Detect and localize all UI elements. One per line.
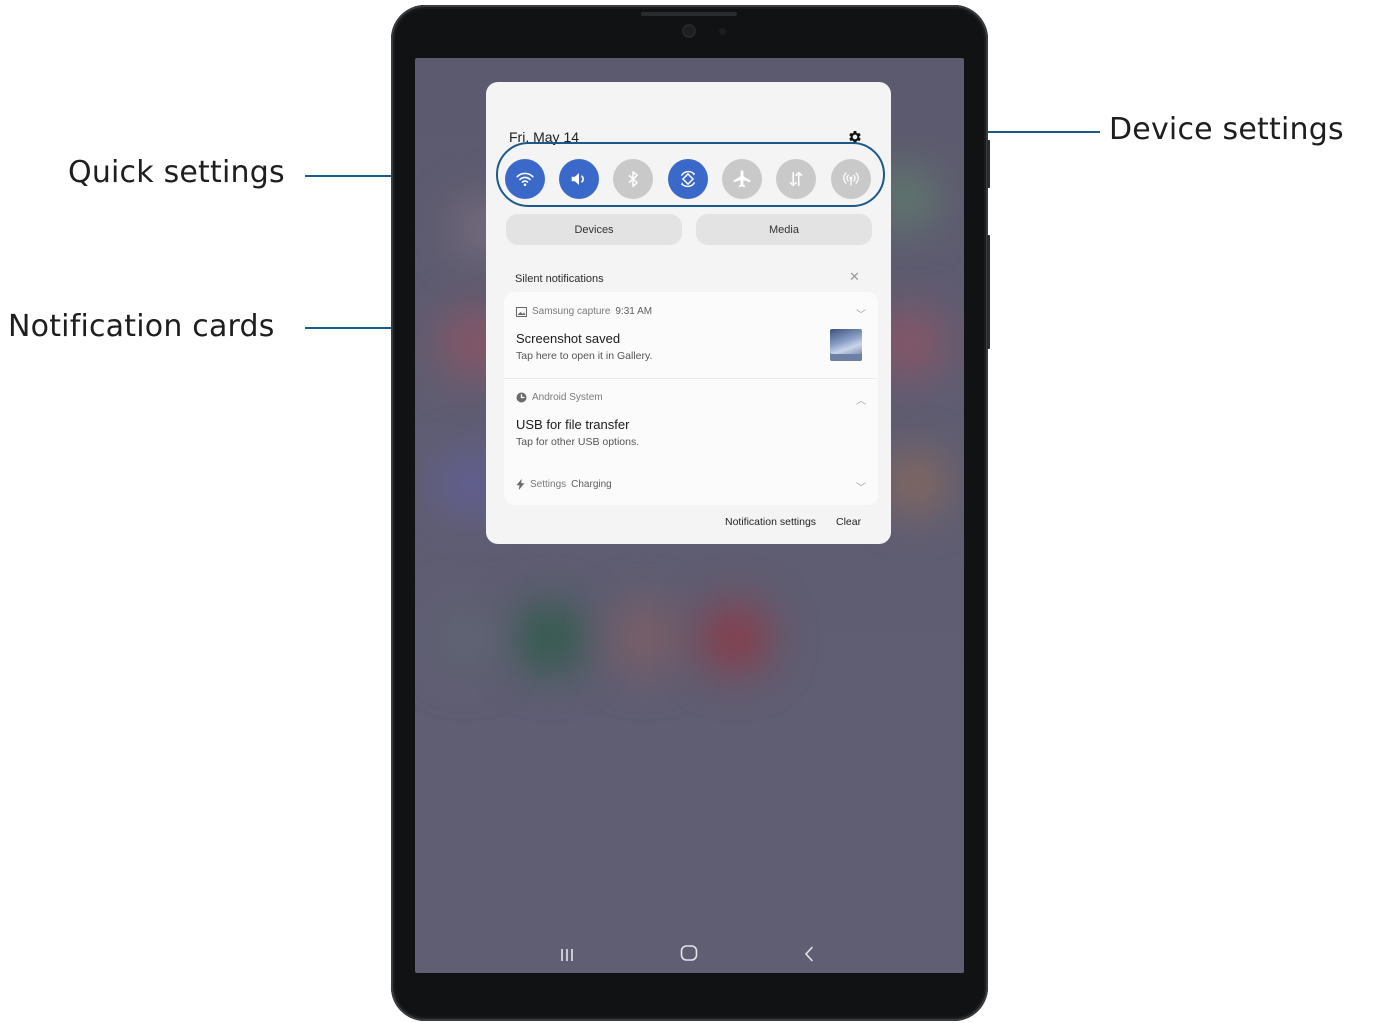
- background-blob: [435, 603, 495, 673]
- notification-title: USB for file transfer: [516, 417, 630, 432]
- background-blob: [700, 603, 770, 673]
- notification-text: Tap for other USB options.: [516, 436, 640, 448]
- notification-app-row: Settings Charging: [516, 479, 612, 490]
- notification-settings-button[interactable]: Notification settings: [725, 516, 816, 528]
- silent-notifications-title: Silent notifications: [515, 273, 604, 285]
- gallery-icon: [516, 306, 527, 317]
- bolt-icon: [516, 479, 525, 490]
- notification-text: Tap here to open it in Gallery.: [516, 350, 653, 362]
- background-blob: [610, 603, 680, 673]
- close-icon[interactable]: ✕: [849, 269, 860, 285]
- notification-card-usb[interactable]: Android System ︿ USB for file transfer T…: [504, 379, 878, 465]
- navigation-bar: [415, 934, 964, 973]
- notification-app-name: Samsung capture: [532, 306, 611, 317]
- quick-settings-highlight: [496, 142, 885, 207]
- notification-text: Charging: [571, 479, 612, 490]
- notification-app-name: Settings: [530, 479, 567, 490]
- quick-settings-callout: Quick settings: [68, 155, 285, 190]
- chevron-down-icon[interactable]: ﹀: [856, 479, 866, 494]
- notification-app-row: Android System: [516, 392, 603, 403]
- device-settings-callout: Device settings: [1109, 112, 1344, 147]
- notification-app-row: Samsung capture 9:31 AM: [516, 306, 652, 317]
- chevron-up-icon[interactable]: ︿: [856, 392, 866, 407]
- notification-app-name: Android System: [532, 392, 603, 403]
- notification-card-screenshot[interactable]: Samsung capture 9:31 AM ﹀ Screenshot sav…: [504, 292, 878, 378]
- recents-icon[interactable]: [560, 946, 574, 967]
- notification-card-charging[interactable]: Settings Charging ﹀: [504, 465, 878, 505]
- android-system-icon: [516, 392, 527, 403]
- background-blob: [515, 603, 585, 673]
- devices-button[interactable]: Devices: [506, 214, 682, 245]
- power-button: [987, 140, 990, 188]
- screenshot-thumbnail: [830, 329, 862, 361]
- home-icon[interactable]: [680, 945, 698, 966]
- volume-button: [987, 235, 990, 349]
- device-notch: [641, 12, 737, 16]
- background-blob: [885, 453, 945, 513]
- clear-button[interactable]: Clear: [836, 516, 861, 528]
- media-button[interactable]: Media: [696, 214, 872, 245]
- back-icon[interactable]: [804, 946, 814, 967]
- notification-time: 9:31 AM: [615, 306, 653, 317]
- notification-cards-callout: Notification cards: [8, 309, 275, 344]
- front-sensor: [719, 28, 726, 35]
- notification-title: Screenshot saved: [516, 331, 621, 346]
- front-camera: [684, 26, 694, 36]
- chevron-down-icon[interactable]: ﹀: [856, 306, 866, 321]
